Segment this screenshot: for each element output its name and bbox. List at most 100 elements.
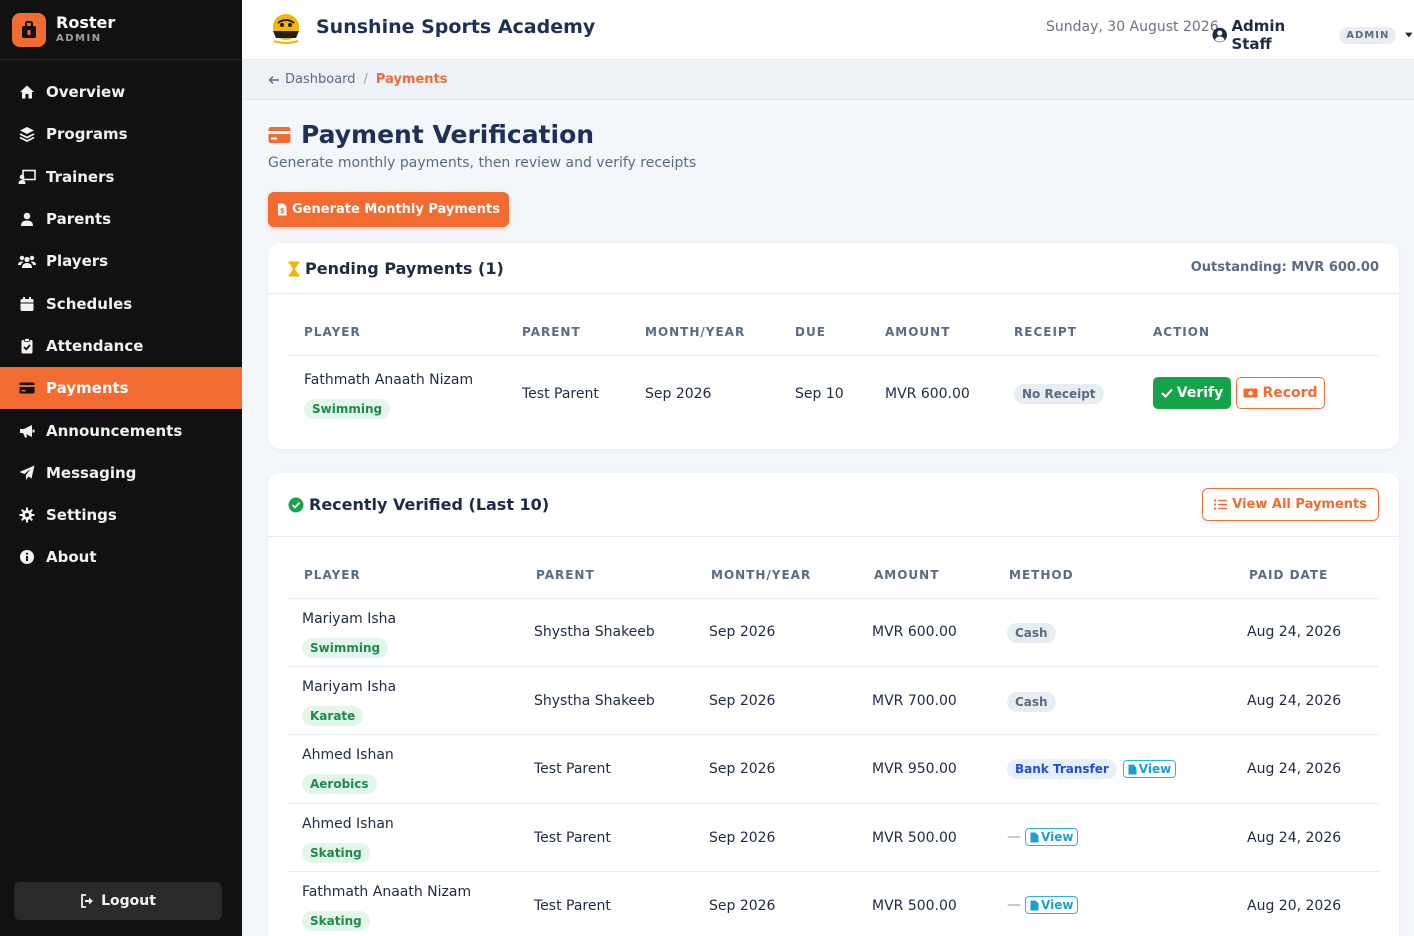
paid-date: Aug 24, 2026 [1247,830,1342,846]
academy-logo-icon [273,14,299,44]
amount: MVR 600.00 [872,624,957,640]
row-divider [288,871,1379,872]
sidebar-item-trainers[interactable]: Trainers [0,156,242,198]
brand-name: Roster [56,12,116,32]
month-year: Sep 2026 [709,898,776,914]
sidebar-item-messaging[interactable]: Messaging [0,452,242,494]
generate-monthly-payments-button[interactable]: $ Generate Monthly Payments [268,192,509,227]
sidebar-item-programs[interactable]: Programs [0,113,242,155]
view-receipt-link[interactable]: View [1025,828,1079,846]
table-divider [288,598,1379,599]
player-name: Fathmath Anaath Nizam [304,372,474,388]
verify-button[interactable]: Verify [1153,377,1231,409]
user-name: Admin Staff [1231,17,1286,53]
page-subtitle: Generate monthly payments, then review a… [268,155,697,171]
sidebar-item-attendance[interactable]: Attendance [0,325,242,367]
record-button[interactable]: Record [1236,377,1325,409]
sidebar-item-settings[interactable]: Settings [0,494,242,536]
view-receipt-link[interactable]: View [1025,896,1079,914]
academy-name: Sunshine Sports Academy [316,16,596,38]
role-badge: ADMIN [1339,26,1397,44]
brand-role: ADMIN [56,32,102,44]
amount: MVR 600.00 [885,386,970,402]
sport-badge: Swimming [302,638,389,658]
breadcrumb-current: Payments [375,72,448,87]
breadcrumb-dashboard-label: Dashboard [285,72,356,87]
sidebar-item-parents[interactable]: Parents [0,198,242,240]
credit-card-icon [268,126,291,143]
caret-down-icon [1405,32,1414,38]
paid-date: Aug 24, 2026 [1247,761,1342,777]
view-label: View [1138,762,1172,776]
breadcrumb: Dashboard / Payments [268,72,448,87]
generate-button-label: Generate Monthly Payments [292,202,500,217]
verify-label: Verify [1176,385,1224,401]
file-icon [1030,832,1039,842]
credit-card-icon [18,379,36,397]
view-label: View [1041,898,1074,912]
column-header-due: DUE [795,325,826,339]
player-name: Ahmed Ishan [302,816,394,832]
gear-icon [18,506,36,524]
view-all-label: View All Payments [1232,497,1367,512]
sidebar-item-label: Payments [46,379,129,398]
sidebar-item-label: About [46,548,97,567]
check-icon [1161,388,1173,398]
sidebar-item-about[interactable]: About [0,536,242,578]
row-divider [288,666,1379,667]
record-label: Record [1262,385,1318,401]
breadcrumb-dashboard-link[interactable]: Dashboard [268,72,356,87]
sidebar-item-label: Settings [46,506,117,525]
amount: MVR 700.00 [872,693,957,709]
column-header-month: MONTH/YEAR [645,325,746,339]
pending-title-wrap: Pending Payments (1) [288,259,504,278]
file-icon [1128,764,1137,774]
sidebar-item-overview[interactable]: Overview [0,71,242,113]
player-name: Fathmath Anaath Nizam [302,884,472,900]
sidebar-item-payments[interactable]: Payments [0,367,242,410]
column-header-amount: AMOUNT [885,325,951,339]
method-badge: Bank Transfer [1007,759,1117,779]
parent-name: Test Parent [534,761,611,777]
sport-badge: Karate [302,706,364,726]
view-receipt-link[interactable]: View [1122,760,1177,778]
parent-name: Shystha Shakeeb [534,624,655,640]
paid-date: Aug 24, 2026 [1247,624,1342,640]
sidebar-item-players[interactable]: Players [0,240,242,282]
receipt-status-badge: No Receipt [1014,384,1104,404]
parent-name: Test Parent [534,898,611,914]
column-header-parent: PARENT [536,568,595,582]
sidebar-item-label: Parents [46,210,112,229]
money-bill-icon [1243,388,1258,398]
amount: MVR 500.00 [872,830,957,846]
breadcrumb-bar: Dashboard / Payments [242,61,1414,100]
recently-verified-card: Recently Verified (Last 10) View All Pay… [268,473,1399,936]
sport-badge: Swimming [304,399,391,419]
pending-card-header: Pending Payments (1) Outstanding: MVR 60… [268,243,1399,294]
verified-title: Recently Verified (Last 10) [309,495,550,514]
sidebar-item-announcements[interactable]: Announcements [0,409,242,451]
user-menu[interactable]: Admin Staff ADMIN [1212,17,1414,53]
logout-button[interactable]: Logout [14,882,222,920]
arrow-left-icon [268,75,279,84]
check-circle-icon [288,497,304,512]
column-header-parent: PARENT [522,325,581,339]
pending-payments-card: Pending Payments (1) Outstanding: MVR 60… [268,243,1399,449]
column-header-receipt: RECEIPT [1014,325,1077,339]
column-header-player: PLAYER [304,325,361,339]
method-none: — [1007,829,1021,845]
pending-title: Pending Payments (1) [305,259,504,278]
sidebar-item-schedules[interactable]: Schedules [0,282,242,324]
breadcrumb-separator: / [363,72,368,87]
sidebar-item-label: Trainers [46,167,115,186]
month-year: Sep 2026 [709,624,776,640]
sidebar: Roster ADMIN Overview Programs Trainers … [0,0,242,936]
home-icon [18,83,36,101]
page-title-row: Payment Verification [268,120,594,149]
verified-card-header: Recently Verified (Last 10) View All Pay… [268,473,1399,537]
paid-date: Aug 24, 2026 [1247,693,1342,709]
method-badge: Cash [1007,692,1056,712]
invoice-icon: $ [278,203,287,216]
info-circle-icon [18,548,36,566]
view-all-payments-button[interactable]: View All Payments [1202,488,1379,521]
